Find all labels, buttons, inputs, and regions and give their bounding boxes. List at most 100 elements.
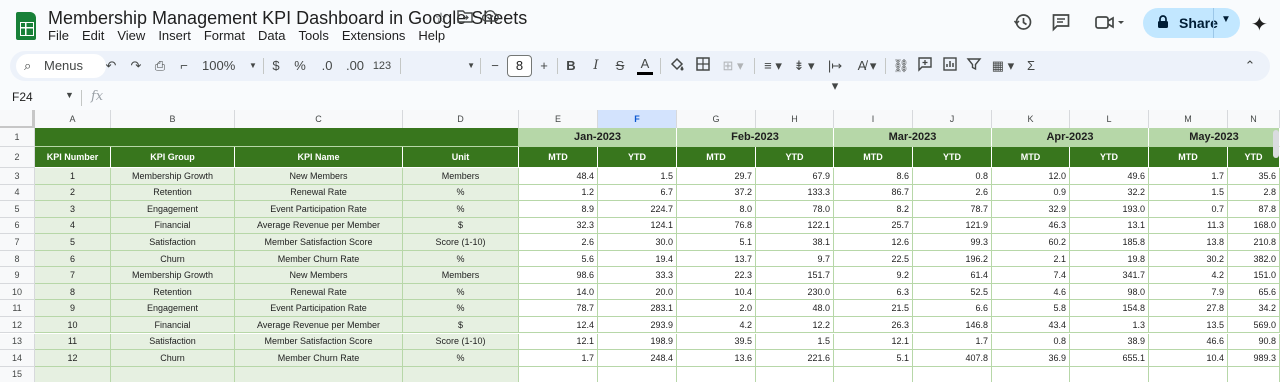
value-cell[interactable]: 146.8 — [913, 316, 992, 334]
kpi-number-cell[interactable]: 10 — [35, 316, 111, 334]
collapse-icon[interactable]: ⌃ — [1242, 56, 1258, 76]
mtd-header[interactable]: MTD — [834, 147, 913, 168]
value-cell[interactable]: 39.5 — [677, 333, 756, 351]
kpi-number-cell[interactable]: 4 — [35, 217, 111, 235]
month-header-apr-2023[interactable]: Apr-2023 — [992, 128, 1149, 147]
value-cell[interactable]: 193.0 — [1070, 201, 1149, 218]
value-cell[interactable]: 1.5 — [598, 168, 677, 185]
value-cell[interactable]: 60.2 — [992, 234, 1070, 251]
value-cell[interactable]: 12.1 — [834, 333, 913, 351]
name-box[interactable]: F24 — [12, 90, 33, 104]
menu-format[interactable]: Format — [204, 28, 252, 43]
empty-cell[interactable] — [677, 366, 756, 382]
row-header-1[interactable]: 1 — [0, 128, 35, 147]
link-icon[interactable]: ⛓ — [892, 56, 910, 76]
value-cell[interactable]: 6.3 — [834, 283, 913, 301]
value-cell[interactable]: 90.8 — [1228, 333, 1280, 351]
value-cell[interactable]: 1.5 — [1149, 184, 1228, 202]
column-header-n[interactable]: N — [1228, 110, 1280, 129]
unit-cell[interactable]: % — [403, 250, 519, 268]
value-cell[interactable]: 36.9 — [992, 350, 1070, 367]
menu-view[interactable]: View — [117, 28, 152, 43]
unit-cell[interactable]: $ — [403, 316, 519, 334]
filter-views-icon[interactable]: ▦ ▾ — [990, 56, 1016, 76]
column-header-g[interactable]: G — [677, 110, 756, 129]
column-header-b[interactable]: B — [111, 110, 235, 129]
value-cell[interactable]: 12.6 — [834, 234, 913, 251]
value-cell[interactable]: 7.4 — [992, 267, 1070, 284]
menu-file[interactable]: File — [48, 28, 76, 43]
font-size-increase-button[interactable]: + — [537, 56, 551, 76]
value-cell[interactable]: 168.0 — [1228, 217, 1280, 235]
value-cell[interactable]: 121.9 — [913, 217, 992, 235]
font-size-decrease-button[interactable]: − — [488, 56, 502, 76]
value-cell[interactable]: 30.0 — [598, 234, 677, 251]
value-cell[interactable]: 38.9 — [1070, 333, 1149, 351]
column-header-m[interactable]: M — [1149, 110, 1228, 129]
empty-cell[interactable] — [913, 366, 992, 382]
value-cell[interactable]: 27.8 — [1149, 300, 1228, 317]
value-cell[interactable]: 32.9 — [992, 201, 1070, 218]
column-header-j[interactable]: J — [913, 110, 992, 129]
month-header-mar-2023[interactable]: Mar-2023 — [834, 128, 992, 147]
value-cell[interactable]: 2.0 — [677, 300, 756, 317]
kpi-number-cell[interactable]: 12 — [35, 350, 111, 367]
unit-cell[interactable]: % — [403, 201, 519, 218]
zoom-dropdown-icon[interactable]: ▼ — [248, 56, 258, 76]
value-cell[interactable]: 4.2 — [677, 316, 756, 334]
value-cell[interactable]: 196.2 — [913, 250, 992, 268]
text-color-icon[interactable]: A — [637, 56, 653, 75]
value-cell[interactable]: 32.3 — [519, 217, 598, 235]
kpi-number-cell[interactable]: 9 — [35, 300, 111, 317]
value-cell[interactable]: 198.9 — [598, 333, 677, 351]
value-cell[interactable]: 8.9 — [519, 201, 598, 218]
value-cell[interactable]: 1.7 — [913, 333, 992, 351]
value-cell[interactable]: 989.3 — [1228, 350, 1280, 367]
merge-icon[interactable]: ⊞ ▾ — [718, 56, 748, 76]
value-cell[interactable]: 0.9 — [992, 184, 1070, 202]
redo-icon[interactable]: ↷ — [128, 56, 144, 76]
kpi-name-cell[interactable]: Member Satisfaction Score — [235, 333, 403, 351]
empty-cell[interactable] — [598, 366, 677, 382]
kpi-group-cell[interactable]: Churn — [111, 250, 235, 268]
empty-cell[interactable] — [1228, 366, 1280, 382]
value-cell[interactable]: 9.7 — [756, 250, 834, 268]
spreadsheet-grid[interactable]: A B C D E F G H I J K L M N 1 2 3 4 5 6 7 8 9 10 11 12 13 14 15 Jan-2… — [0, 110, 1280, 382]
font-size-input[interactable]: 8 — [507, 55, 532, 77]
kpi-group-cell[interactable]: Engagement — [111, 201, 235, 218]
row-header-4[interactable]: 4 — [0, 184, 35, 202]
row-header-15[interactable]: 15 — [0, 366, 35, 382]
star-icon[interactable]: ☆ — [432, 9, 450, 27]
value-cell[interactable]: 407.8 — [913, 350, 992, 367]
empty-cell[interactable] — [403, 366, 519, 382]
ytd-header[interactable]: YTD — [913, 147, 992, 168]
percent-format-button[interactable]: % — [292, 56, 308, 76]
value-cell[interactable]: 46.6 — [1149, 333, 1228, 351]
kpi-name-cell[interactable]: Member Churn Rate — [235, 250, 403, 268]
value-cell[interactable]: 19.4 — [598, 250, 677, 268]
value-cell[interactable]: 34.2 — [1228, 300, 1280, 317]
value-cell[interactable]: 13.8 — [1149, 234, 1228, 251]
kpi-number-cell[interactable]: 3 — [35, 201, 111, 218]
row-header-10[interactable]: 10 — [0, 283, 35, 301]
empty-cell[interactable] — [756, 366, 834, 382]
number-format-button[interactable]: 123 — [370, 56, 394, 76]
kpi-number-cell[interactable]: 7 — [35, 267, 111, 284]
gemini-icon[interactable]: ✦ — [1251, 12, 1268, 37]
empty-cell[interactable] — [1149, 366, 1228, 382]
unit-cell[interactable]: $ — [403, 217, 519, 235]
value-cell[interactable]: 19.8 — [1070, 250, 1149, 268]
value-cell[interactable]: 5.6 — [519, 250, 598, 268]
formula-input[interactable] — [115, 89, 1265, 107]
unit-cell[interactable]: Score (1-10) — [403, 333, 519, 351]
value-cell[interactable]: 293.9 — [598, 316, 677, 334]
value-cell[interactable]: 1.5 — [756, 333, 834, 351]
value-cell[interactable]: 283.1 — [598, 300, 677, 317]
value-cell[interactable]: 22.5 — [834, 250, 913, 268]
value-cell[interactable]: 99.3 — [913, 234, 992, 251]
cloud-status-icon[interactable] — [481, 9, 499, 27]
empty-cell[interactable] — [1070, 366, 1149, 382]
month-header-may-2023[interactable]: May-2023 — [1149, 128, 1280, 147]
column-header-a[interactable]: A — [35, 110, 111, 129]
value-cell[interactable]: 25.7 — [834, 217, 913, 235]
